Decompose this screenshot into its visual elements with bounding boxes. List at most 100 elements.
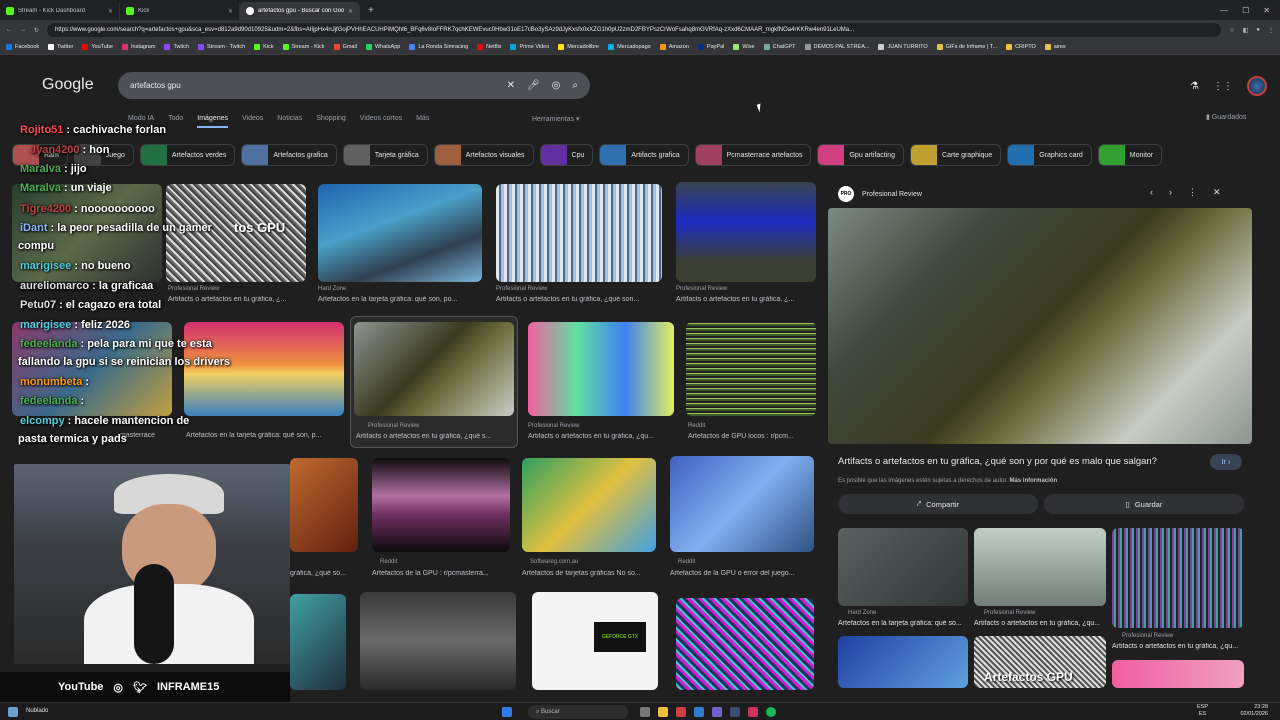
result-image[interactable] [290,458,358,552]
close-icon[interactable]: ✕ [228,8,233,15]
forward-icon[interactable]: → [20,27,26,33]
bookmark-item[interactable]: CRIPTO [1006,44,1036,50]
extensions-icon[interactable]: ◧ [1243,27,1249,34]
chip-cpu[interactable]: Cpu [539,144,594,166]
weather-icon[interactable] [8,707,18,717]
avatar[interactable] [1246,76,1267,96]
bookmark-item[interactable]: WhatsApp [365,44,400,50]
result-image[interactable] [290,594,346,690]
result-image[interactable] [522,458,656,552]
bookmark-item[interactable]: Gmail [333,44,357,50]
related-source[interactable]: Hard Zone [848,610,876,616]
related-caption[interactable]: Artifacts o artefactos en tu gráfica, ¿q… [1112,643,1244,650]
back-icon[interactable]: ← [6,27,12,33]
app-icon[interactable] [748,707,758,717]
microphone-icon[interactable]: 🎤︎ [527,80,540,91]
result-image[interactable] [670,456,814,552]
bookmark-item[interactable]: Twitch [164,44,189,50]
result-image[interactable] [686,322,816,416]
bookmark-item[interactable]: aires [1044,44,1066,50]
chip-artefactos-verdes[interactable]: Artefactos verdes [139,144,236,166]
clear-icon[interactable]: ✕ [507,80,515,91]
related-caption[interactable]: Artefactos en la tarjeta gráfica: qué so… [838,620,968,627]
bookmark-item[interactable]: Stream - Kick [282,44,325,50]
result-source[interactable]: Reddit [688,423,705,429]
save-button[interactable]: ▯ Guardar [1044,494,1244,514]
chip-artefactos-visuales[interactable]: Artefactos visuales [433,144,534,166]
bookmark-item[interactable]: Mercadolibre [558,44,599,50]
bookmark-item[interactable]: ChatGPT [763,44,796,50]
saved-button[interactable]: ▮ Guardados [1206,113,1246,121]
chip-artefactos-grafica[interactable]: Artefactos grafica [241,144,337,166]
file-explorer-icon[interactable] [658,707,668,717]
result-source[interactable]: Hard Zone [318,286,346,292]
result-source[interactable]: Profesional Review [676,286,727,292]
bookmark-item[interactable]: PayPal [697,44,724,50]
visit-button[interactable]: Ir › [1210,454,1242,470]
language-indicator[interactable]: ESP ES [1197,704,1208,718]
related-image[interactable]: Artefactos GPU [974,636,1106,688]
tab-shopping[interactable]: Shopping [316,115,346,128]
google-logo[interactable]: Google [42,76,94,94]
result-image[interactable] [496,184,662,282]
chevron-left-icon[interactable]: ‹ [1150,187,1153,198]
bookmark-item[interactable]: GIFs de Inframe | T... [936,44,997,50]
result-caption[interactable]: Artefactos de tarjetas gráficas No so... [522,570,656,577]
result-source[interactable]: Profesional Review [528,423,579,429]
chip-tarjeta-gráfica[interactable]: Tarjeta gráfica [342,144,428,166]
clock[interactable]: 23:28 02/01/2026 [1240,704,1268,718]
search-icon[interactable]: ⌕ [572,80,578,91]
bookmark-item[interactable]: Facebook [6,44,39,50]
more-info-link[interactable]: Más información [1009,478,1057,484]
result-caption[interactable]: Artifacts o artefactos en tu gráfica, ¿.… [168,296,308,303]
discord-icon[interactable] [712,707,722,717]
result-caption[interactable]: Artifacts o artefactos en tu gráfica, ¿q… [496,296,662,303]
share-button[interactable]: ⤤ Compartir [838,494,1038,514]
lens-icon[interactable]: ◎ [552,80,561,91]
result-caption[interactable]: gráfica, ¿qué so... [290,570,358,577]
preview-image[interactable] [828,208,1252,444]
edge-icon[interactable] [694,707,704,717]
result-caption[interactable]: Artifacts o artefactos en tu gráfica, ¿.… [676,296,816,303]
chevron-right-icon[interactable]: › [1169,187,1172,198]
close-icon[interactable]: ✕ [1213,187,1221,198]
tab-kick[interactable]: Kick ✕ [120,2,240,20]
spotify-icon[interactable] [766,707,776,717]
bookmark-item[interactable]: JUAN TURRITO [878,44,928,50]
bookmark-item[interactable]: Prime Video [510,44,549,50]
search-input[interactable]: artefactos gpu [130,81,495,90]
result-image[interactable] [318,184,482,282]
result-source[interactable]: Profesional Review [368,423,419,429]
chrome-icon[interactable] [676,707,686,717]
bookmark-item[interactable]: Twitter [48,44,73,50]
related-source[interactable]: Profesional Review [984,610,1035,616]
related-image[interactable] [974,528,1106,606]
minimize-icon[interactable]: — [1220,6,1228,15]
result-caption[interactable]: Artefactos de GPU locos : r/pcm... [688,433,818,440]
close-icon[interactable]: ✕ [348,8,353,15]
bookmark-item[interactable]: Wise [733,44,755,50]
bookmark-star-icon[interactable]: ☆ [1229,27,1234,34]
result-caption[interactable]: Artefactos de la GPU : r/pcmasterra... [372,570,510,577]
tab-videos-cortos[interactable]: Videos cortos [360,115,402,128]
result-caption[interactable]: Artefactos en la tarjeta gráfica: qué so… [186,432,344,439]
search-box[interactable]: artefactos gpu ✕ 🎤︎ ◎ ⌕ [118,72,590,99]
taskbar-search[interactable]: ⌕ Buscar [528,705,628,719]
more-icon[interactable]: ⋮ [1188,187,1197,198]
chip-artifacts-grafica[interactable]: Artifacts grafica [599,144,689,166]
bookmark-item[interactable]: La Ronda Simracing [409,44,468,50]
bookmark-item[interactable]: Kick [254,44,274,50]
result-caption[interactable]: Artifacts o artefactos en tu gráfica, ¿q… [356,433,516,440]
tab-más[interactable]: Más [416,115,429,128]
result-source[interactable]: Softwareg.com.au [530,559,578,565]
result-caption[interactable]: Artefactos de la GPU o error del juego..… [670,570,814,577]
bookmark-item[interactable]: Amazon [659,44,689,50]
result-source[interactable]: Profesional Review [496,286,547,292]
related-image[interactable] [838,636,968,688]
close-icon[interactable]: ✕ [108,8,113,15]
related-source[interactable]: Profesional Review [1122,633,1173,639]
result-image[interactable] [372,458,510,552]
task-view-icon[interactable] [640,707,650,717]
bookmark-item[interactable]: Mercadopago [608,44,651,50]
result-image[interactable] [676,598,814,690]
